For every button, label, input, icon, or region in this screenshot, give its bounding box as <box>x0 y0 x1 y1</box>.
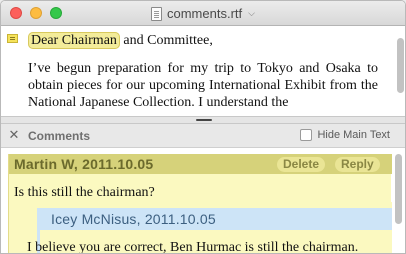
comments-pane[interactable]: Martin W, 2011.10.05 Delete Reply Is thi… <box>1 149 405 253</box>
splitter-grip-icon[interactable] <box>196 119 212 121</box>
close-window-button[interactable] <box>10 7 22 19</box>
app-window: comments.rtf ⌵ Dear Chairman and Committ… <box>0 0 406 254</box>
zoom-window-button[interactable] <box>50 7 62 19</box>
comment-text[interactable]: Is this still the chairman? <box>14 185 155 201</box>
comment-card[interactable]: Martin W, 2011.10.05 Delete Reply Is thi… <box>8 154 392 253</box>
close-comments-icon[interactable]: ✕ <box>8 128 20 141</box>
reply-text[interactable]: I believe you are correct, Ben Hurmac is… <box>27 240 358 253</box>
pane-splitter[interactable] <box>1 116 405 124</box>
paragraph-text: and Committee, <box>119 33 213 48</box>
reply-header: Icey McNisus, 2011.10.05 <box>37 208 392 230</box>
hide-main-text-label: Hide Main Text <box>317 129 390 141</box>
document-paragraph: I’ve begun preparation for my trip to To… <box>28 61 378 110</box>
reply-comment-button[interactable]: Reply <box>335 157 380 172</box>
window-title-text: comments.rtf <box>167 6 243 21</box>
document-paragraph: Dear Chairman and Committee, <box>28 32 378 49</box>
document-scrollbar[interactable] <box>397 38 404 93</box>
hide-main-text-checkbox[interactable] <box>300 129 313 141</box>
minimize-window-button[interactable] <box>30 7 42 19</box>
reply-author: Icey McNisus, 2011.10.05 <box>51 211 216 227</box>
document-icon <box>151 6 162 21</box>
comment-header: Martin W, 2011.10.05 Delete Reply <box>9 154 392 174</box>
commented-text-highlight[interactable]: Dear Chairman <box>28 32 120 49</box>
document-text[interactable]: Dear Chairman and Committee, I’ve begun … <box>28 32 378 116</box>
title-bar[interactable]: comments.rtf ⌵ <box>1 1 405 26</box>
hide-main-text-toggle[interactable]: Hide Main Text <box>300 129 390 141</box>
window-title[interactable]: comments.rtf ⌵ <box>151 5 255 22</box>
chevron-down-icon[interactable]: ⌵ <box>248 8 255 19</box>
comments-header: ✕ Comments Hide Main Text <box>1 124 405 148</box>
comment-author: Martin W, 2011.10.05 <box>14 156 154 172</box>
comments-scrollbar[interactable] <box>395 154 402 224</box>
comment-marker-icon[interactable] <box>7 34 18 43</box>
reply-card[interactable]: Icey McNisus, 2011.10.05 I believe you a… <box>27 202 392 253</box>
delete-comment-button[interactable]: Delete <box>277 157 326 172</box>
document-pane[interactable]: Dear Chairman and Committee, I’ve begun … <box>1 26 405 116</box>
comments-title: Comments <box>28 129 91 143</box>
